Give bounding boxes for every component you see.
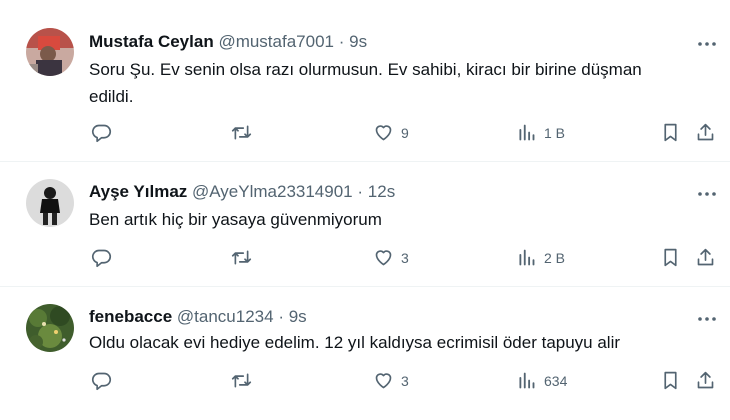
retweet-button[interactable] <box>231 247 252 268</box>
retweet-icon <box>231 125 252 140</box>
avatar[interactable] <box>26 179 74 227</box>
retweet-icon <box>231 250 252 265</box>
avatar[interactable] <box>26 28 74 76</box>
views-button[interactable]: 2 B <box>516 247 565 268</box>
like-button[interactable]: 3 <box>373 247 409 268</box>
separator-dot: · <box>357 182 364 201</box>
share-button[interactable] <box>695 370 716 391</box>
like-count: 3 <box>401 372 409 389</box>
tweet-text-line: Oldu olacak evi hediye edelim. 12 yıl ka… <box>89 333 621 352</box>
tweet-2[interactable]: Ayşe Yılmaz @AyeYlma23314901 · 12s Ben a… <box>0 162 730 286</box>
tweet-text: Soru Şu. Ev senin olsa razı olurmusun. E… <box>89 56 714 110</box>
bookmark-button[interactable] <box>660 370 681 391</box>
heart-icon <box>375 250 392 266</box>
separator-dot: · <box>278 307 284 326</box>
author-name[interactable]: Mustafa Ceylan <box>89 32 214 51</box>
more-dots-icon[interactable] <box>696 34 718 54</box>
separator-dot: · <box>338 32 345 51</box>
tweet-1[interactable]: Mustafa Ceylan @mustafa7001 · 9s Soru Şu… <box>0 0 730 160</box>
like-count: 9 <box>401 124 409 141</box>
timestamp[interactable]: 9s <box>289 307 307 326</box>
heart-icon <box>375 373 392 389</box>
bar-chart-icon <box>519 249 535 266</box>
reply-button[interactable] <box>91 247 112 268</box>
tweet-text: Oldu olacak evi hediye edelim. 12 yıl ka… <box>89 329 714 356</box>
like-button[interactable]: 9 <box>373 122 409 143</box>
author-handle[interactable]: @tancu1234 <box>177 307 274 326</box>
action-bar: 3 2 B <box>0 247 730 273</box>
tweet-text-line: Ben artık hiç bir yasaya güvenmiyorum <box>89 210 382 229</box>
share-button[interactable] <box>695 247 716 268</box>
author-handle[interactable]: @mustafa7001 <box>218 32 334 51</box>
view-count: 1 B <box>544 124 566 141</box>
tweet-text: Ben artık hiç bir yasaya güvenmiyorum <box>89 206 714 233</box>
reply-button[interactable] <box>91 122 112 143</box>
reply-icon <box>91 124 112 143</box>
more-dots-icon[interactable] <box>696 309 718 329</box>
view-count: 2 B <box>544 249 566 266</box>
bookmark-icon <box>664 371 677 390</box>
share-button[interactable] <box>695 122 716 143</box>
heart-icon <box>375 125 392 141</box>
tweet-3[interactable]: fenebacce @tancu1234 · 9s Oldu olacak ev… <box>0 287 730 420</box>
timestamp[interactable]: 9s <box>349 32 367 51</box>
action-bar: 3 634 <box>0 370 730 396</box>
bar-chart-icon <box>519 372 535 389</box>
share-icon <box>697 371 714 389</box>
retweet-button[interactable] <box>231 370 252 391</box>
views-button[interactable]: 634 <box>516 370 567 391</box>
bookmark-icon <box>664 248 677 267</box>
bar-chart-icon <box>519 124 535 141</box>
like-count: 3 <box>401 249 409 266</box>
views-button[interactable]: 1 B <box>516 122 565 143</box>
avatar[interactable] <box>26 304 74 352</box>
action-bar: 9 1 B <box>0 122 730 148</box>
retweet-icon <box>231 373 252 388</box>
share-icon <box>697 248 714 266</box>
tweet-text-line: edildi. <box>89 87 134 106</box>
reply-icon <box>91 249 112 268</box>
retweet-button[interactable] <box>231 122 252 143</box>
reply-button[interactable] <box>91 370 112 391</box>
tweet-text-line: Soru Şu. Ev senin olsa razı olurmusun. E… <box>89 60 642 79</box>
reply-icon <box>91 372 112 391</box>
author-name[interactable]: Ayşe Yılmaz <box>89 182 187 201</box>
timestamp[interactable]: 12s <box>368 182 395 201</box>
bookmark-button[interactable] <box>660 247 681 268</box>
author-name[interactable]: fenebacce <box>89 307 172 326</box>
bookmark-button[interactable] <box>660 122 681 143</box>
author-handle[interactable]: @AyeYlma23314901 <box>192 182 353 201</box>
share-icon <box>697 123 714 141</box>
view-count: 634 <box>544 372 568 389</box>
like-button[interactable]: 3 <box>373 370 409 391</box>
more-dots-icon[interactable] <box>696 184 718 204</box>
bookmark-icon <box>664 123 677 142</box>
